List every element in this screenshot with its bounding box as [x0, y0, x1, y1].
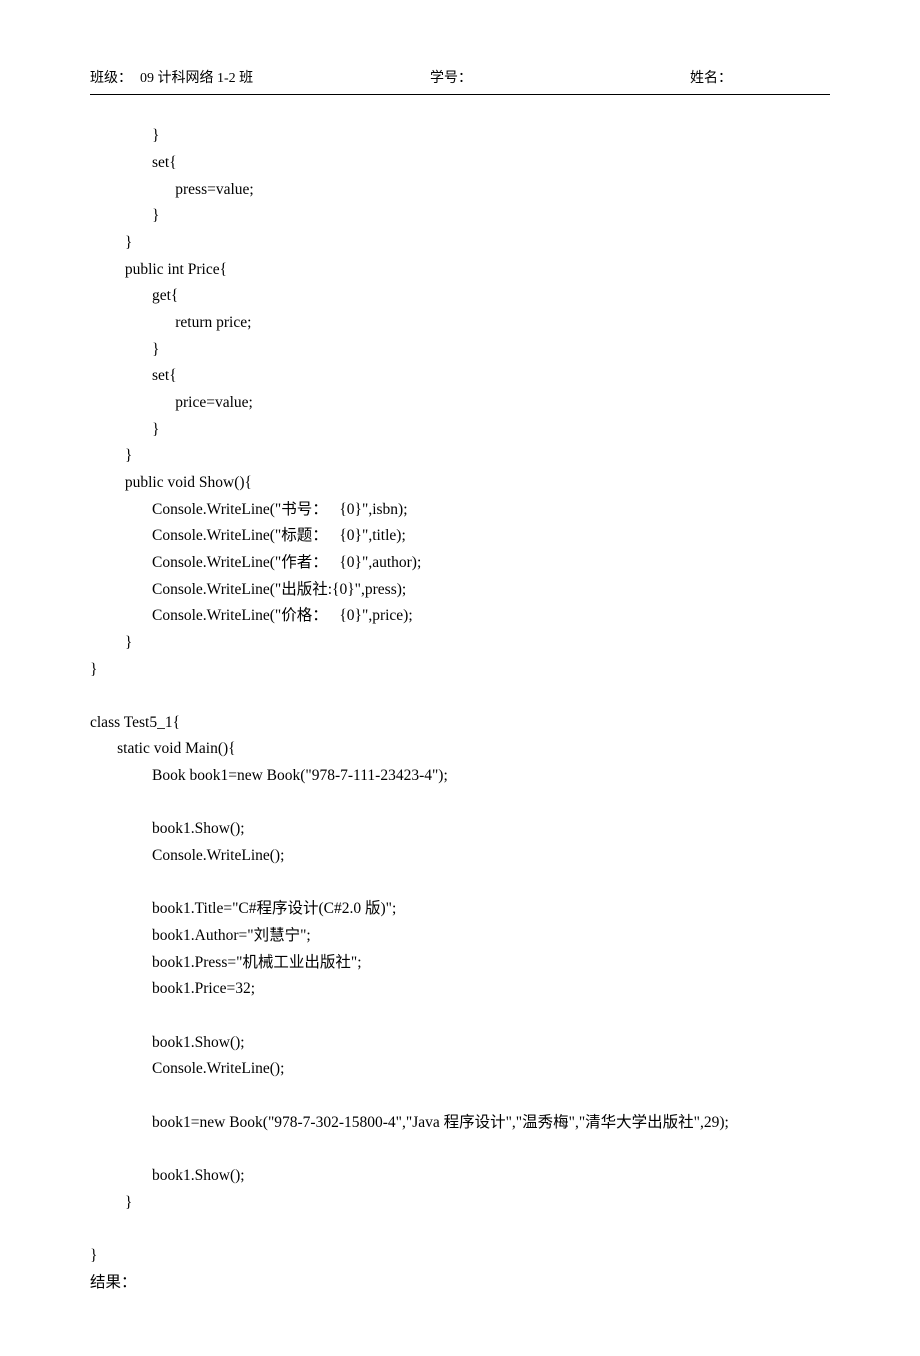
code-line: get{: [90, 287, 178, 304]
code-line: public int Price{: [90, 261, 227, 278]
code-line: book1.Press="机械工业出版社";: [90, 954, 362, 971]
code-line: Console.WriteLine("书号： {0}",isbn);: [90, 501, 408, 518]
code-line: book1.Author="刘慧宁";: [90, 927, 311, 944]
code-line: book1.Title="C#程序设计(C#2.0 版)";: [90, 900, 396, 917]
code-line: Console.WriteLine("价格： {0}",price);: [90, 607, 413, 624]
document-page: 班级： 09 计科网络 1-2 班 学号： 姓名： } set{ press=v…: [0, 0, 920, 1356]
code-line: 结果：: [90, 1274, 137, 1291]
header-name-label: 姓名：: [690, 68, 732, 90]
page-header: 班级： 09 计科网络 1-2 班 学号： 姓名：: [90, 68, 830, 95]
code-line: }: [90, 1194, 132, 1211]
code-line: book1.Show();: [90, 820, 245, 837]
code-line: }: [90, 234, 132, 251]
code-line: }: [90, 661, 97, 678]
code-line: Console.WriteLine("出版社:{0}",press);: [90, 581, 406, 598]
code-line: Book book1=new Book("978-7-111-23423-4")…: [90, 767, 448, 784]
header-class-section: 班级： 09 计科网络 1-2 班: [90, 68, 430, 90]
code-line: }: [90, 447, 132, 464]
header-class-label: 班级：: [90, 68, 132, 90]
header-id-section: 学号：: [430, 68, 690, 90]
code-line: set{: [90, 367, 177, 384]
code-line: }: [90, 1247, 97, 1264]
header-name-section: 姓名：: [690, 68, 830, 90]
code-line: book1.Price=32;: [90, 980, 255, 997]
code-line: press=value;: [90, 181, 254, 198]
code-line: static void Main(){: [90, 740, 236, 757]
code-line: Console.WriteLine();: [90, 847, 284, 864]
code-line: Console.WriteLine("标题： {0}",title);: [90, 527, 406, 544]
code-line: }: [90, 421, 159, 438]
header-id-label: 学号：: [430, 68, 472, 90]
code-content: } set{ press=value; } } public int Price…: [90, 123, 830, 1296]
code-line: }: [90, 634, 132, 651]
code-line: book1.Show();: [90, 1034, 245, 1051]
code-line: price=value;: [90, 394, 253, 411]
code-line: Console.WriteLine("作者： {0}",author);: [90, 554, 421, 571]
code-line: public void Show(){: [90, 474, 252, 491]
code-line: book1=new Book("978-7-302-15800-4","Java…: [90, 1114, 729, 1131]
header-class-value: 09 计科网络 1-2 班: [140, 68, 253, 90]
code-line: set{: [90, 154, 177, 171]
code-line: Console.WriteLine();: [90, 1060, 284, 1077]
code-line: }: [90, 207, 159, 224]
code-line: class Test5_1{: [90, 714, 180, 731]
code-line: }: [90, 127, 159, 144]
code-line: book1.Show();: [90, 1167, 245, 1184]
code-line: }: [90, 341, 159, 358]
code-line: return price;: [90, 314, 251, 331]
